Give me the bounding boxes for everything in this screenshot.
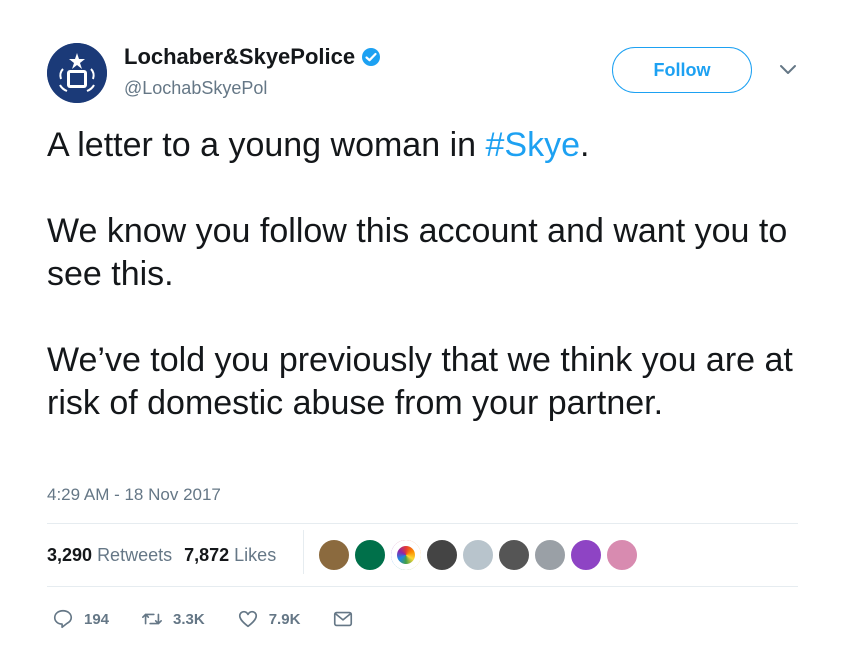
tweet-line-1-suffix: .	[579, 126, 590, 164]
tweet-line-1: A letter to a young woman in #Skye.	[47, 124, 807, 167]
liker-avatar[interactable]	[606, 539, 638, 571]
tweet-timestamp[interactable]: 4:29 AM - 18 Nov 2017	[47, 485, 221, 505]
hashtag-link[interactable]: #Skye	[485, 126, 580, 164]
follow-button[interactable]: Follow	[612, 47, 752, 93]
likes-label: Likes	[234, 545, 277, 565]
heart-icon	[238, 610, 257, 628]
liker-avatar[interactable]	[318, 539, 350, 571]
liker-avatar[interactable]	[390, 539, 422, 571]
chevron-down-icon[interactable]	[778, 62, 798, 78]
tweet-actions: 194 3.3K 7.9K	[52, 608, 396, 630]
reply-icon	[53, 609, 73, 629]
tweet-text: A letter to a young woman in #Skye. We k…	[47, 124, 807, 425]
account-name-row: Lochaber&SkyePolice	[124, 44, 381, 70]
like-button[interactable]: 7.9K	[237, 608, 301, 630]
liker-avatar[interactable]	[498, 539, 530, 571]
reply-count: 194	[84, 610, 110, 628]
envelope-icon	[334, 611, 353, 627]
liker-avatar[interactable]	[462, 539, 494, 571]
liker-avatar[interactable]	[534, 539, 566, 571]
tweet-line-1-text: A letter to a young woman in	[47, 126, 486, 164]
retweet-count: 3.3K	[173, 610, 205, 628]
police-crest-icon	[47, 43, 107, 103]
divider	[47, 586, 798, 587]
liker-avatar[interactable]	[426, 539, 458, 571]
retweets-stat[interactable]: 3,290 Retweets	[47, 545, 172, 566]
retweet-button[interactable]: 3.3K	[141, 608, 205, 630]
avatar[interactable]	[47, 43, 107, 103]
likes-stat[interactable]: 7,872 Likes	[184, 545, 276, 566]
divider	[47, 523, 798, 524]
like-count: 7.9K	[268, 610, 301, 628]
stats-separator	[303, 530, 304, 574]
liker-avatar[interactable]	[354, 539, 386, 571]
liker-avatars	[318, 539, 642, 571]
retweet-icon	[142, 613, 163, 625]
tweet-stats: 3,290 Retweets 7,872 Likes	[47, 545, 276, 566]
tweet-paragraph-2: We know you follow this account and want…	[47, 212, 788, 293]
retweets-label: Retweets	[97, 545, 173, 565]
display-name[interactable]: Lochaber&SkyePolice	[124, 44, 355, 70]
liker-avatar[interactable]	[570, 539, 602, 571]
reply-button[interactable]: 194	[52, 608, 109, 630]
direct-message-button[interactable]	[332, 608, 364, 630]
account-handle[interactable]: @LochabSkyePol	[124, 78, 267, 99]
likes-count: 7,872	[184, 545, 230, 565]
verified-badge-icon	[362, 48, 381, 66]
tweet-paragraph-3: We’ve told you previously that we think …	[47, 341, 793, 422]
retweets-count: 3,290	[47, 545, 93, 565]
